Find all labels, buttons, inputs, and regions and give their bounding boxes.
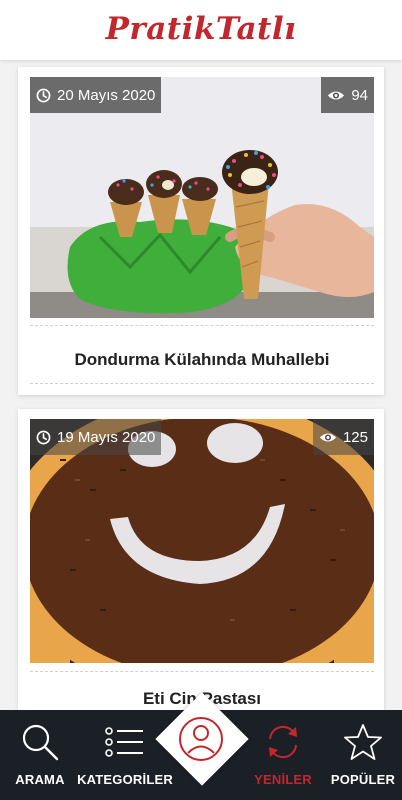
post-date-badge: 19 Mayıs 2020 bbox=[30, 419, 162, 455]
post-views: 125 bbox=[342, 428, 368, 446]
divider bbox=[30, 383, 374, 384]
ice-cream-cone-photo bbox=[30, 77, 374, 318]
post-feed[interactable]: 20 Mayıs 2020 94 Dondurma Külahında Muha… bbox=[0, 60, 402, 710]
post-card[interactable]: 20 Mayıs 2020 94 Dondurma Külahında Muha… bbox=[18, 67, 384, 395]
nav-search-label: ARAMA bbox=[15, 772, 65, 787]
eye-icon bbox=[328, 90, 345, 100]
post-views: 94 bbox=[351, 86, 368, 104]
app-header: PratikTatlı bbox=[0, 0, 402, 60]
nav-categories-label: KATEGORİLER bbox=[77, 772, 173, 787]
divider bbox=[30, 325, 374, 326]
nav-new[interactable]: YENİLER bbox=[242, 710, 324, 800]
post-title[interactable]: Dondurma Külahında Muhallebi bbox=[30, 350, 374, 370]
divider bbox=[30, 671, 374, 672]
smiley-tart-photo bbox=[30, 419, 374, 663]
post-date: 19 Mayıs 2020 bbox=[57, 428, 156, 446]
nav-popular-label: POPÜLER bbox=[330, 772, 396, 787]
user-icon[interactable] bbox=[178, 716, 224, 762]
post-views-badge: 125 bbox=[312, 419, 374, 455]
nav-new-label: YENİLER bbox=[254, 772, 312, 787]
list-icon bbox=[105, 727, 143, 757]
post-date: 20 Mayıs 2020 bbox=[57, 86, 156, 104]
clock-icon bbox=[36, 88, 51, 102]
post-image[interactable]: 19 Mayıs 2020 125 bbox=[30, 419, 374, 663]
nav-search[interactable]: ARAMA bbox=[0, 710, 80, 800]
search-icon bbox=[22, 724, 59, 761]
eye-icon bbox=[319, 432, 337, 442]
refresh-icon bbox=[269, 725, 297, 759]
post-card[interactable]: 19 Mayıs 2020 125 Eti Cin Pastası bbox=[18, 409, 384, 710]
nav-popular[interactable]: POPÜLER bbox=[324, 710, 402, 800]
post-views-badge: 94 bbox=[321, 77, 374, 113]
app-logo[interactable]: PratikTatlı bbox=[106, 11, 297, 47]
clock-icon bbox=[36, 430, 51, 444]
star-icon bbox=[344, 724, 382, 760]
post-date-badge: 20 Mayıs 2020 bbox=[30, 77, 162, 113]
nav-categories[interactable]: KATEGORİLER bbox=[77, 710, 173, 800]
post-image[interactable]: 20 Mayıs 2020 94 bbox=[30, 77, 374, 318]
